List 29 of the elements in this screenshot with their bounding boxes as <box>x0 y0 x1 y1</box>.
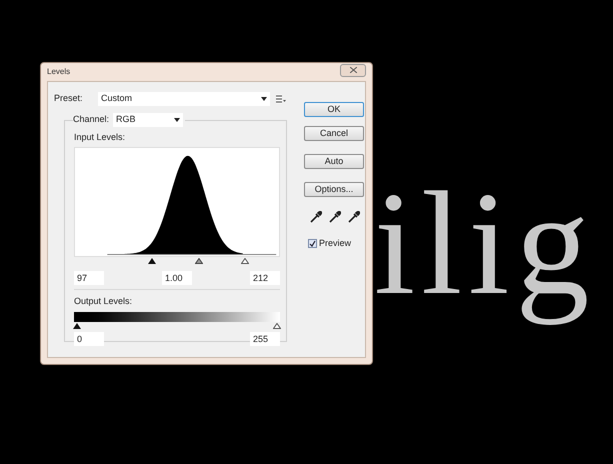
preset-label: Preset: <box>54 92 84 106</box>
dialog-button[interactable]: OK <box>304 102 364 117</box>
preview-checkbox[interactable] <box>308 239 317 248</box>
close-button[interactable] <box>340 64 366 76</box>
close-icon <box>350 67 356 73</box>
output-highlight-field[interactable]: 255 <box>250 332 280 346</box>
dropdown-arrow-icon <box>174 118 180 122</box>
eyedropper-icon[interactable] <box>310 211 322 223</box>
output-shadow-field[interactable]: 0 <box>74 332 104 346</box>
shadow-input-field[interactable]: 97 <box>74 270 104 284</box>
channel-dropdown[interactable]: RGB <box>113 113 184 127</box>
dialog-button[interactable]: Options... <box>304 182 364 197</box>
shadow-slider-icon[interactable] <box>148 258 156 264</box>
input-levels-label: Input Levels: <box>74 131 126 144</box>
dialog-button[interactable]: Auto <box>304 154 364 169</box>
canvas-text: ilig <box>374 161 596 328</box>
window-title: Levels <box>47 66 70 78</box>
channel-label: Channel: <box>73 113 110 126</box>
gamma-field[interactable]: 1.00 <box>162 270 192 284</box>
output-levels-label: Output Levels: <box>74 294 134 308</box>
eyedropper-icon[interactable] <box>348 211 360 223</box>
dropdown-arrow-icon <box>261 97 267 101</box>
highlight-input-field[interactable]: 212 <box>250 270 280 284</box>
dialog-button[interactable]: Cancel <box>304 126 364 141</box>
output-shadow-slider-icon[interactable] <box>73 323 81 329</box>
preview-label: Preview <box>319 237 352 250</box>
preset-menu-icon[interactable] <box>276 95 286 103</box>
preset-dropdown[interactable]: Custom <box>98 92 270 106</box>
eyedropper-icon[interactable] <box>329 211 341 223</box>
